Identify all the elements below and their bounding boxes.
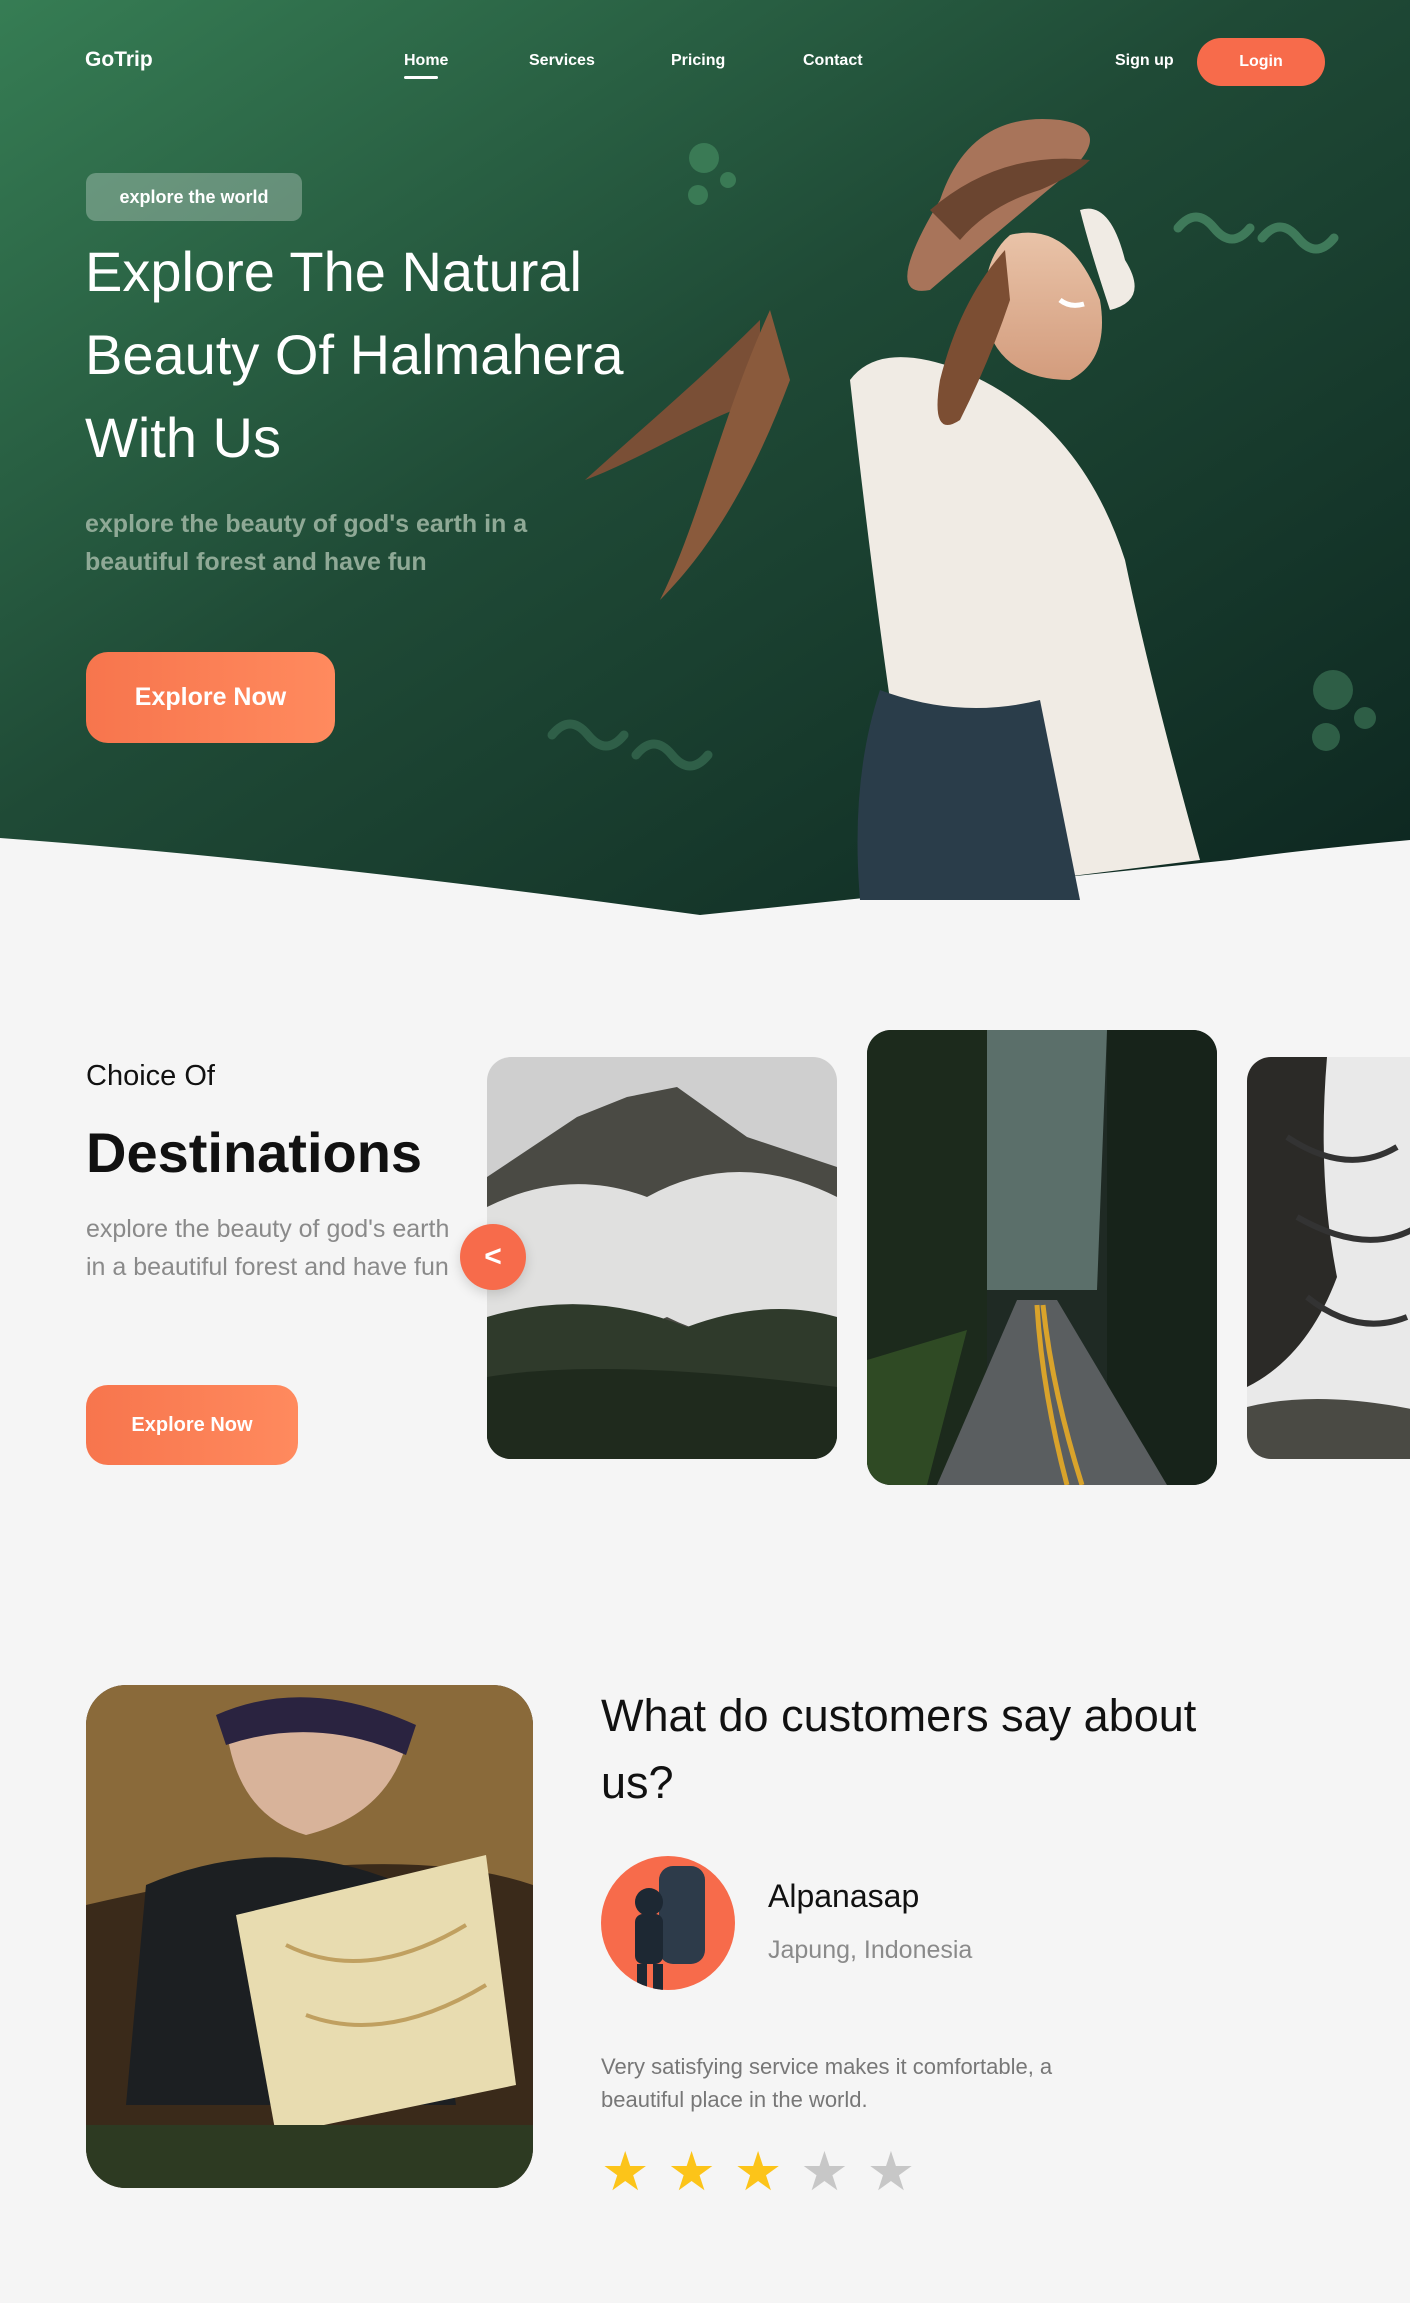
- hero-title: Explore The Natural Beauty Of Halmahera …: [85, 240, 624, 469]
- destination-card-forest-road[interactable]: [867, 1030, 1217, 1485]
- destinations-explore-button[interactable]: Explore Now: [86, 1385, 298, 1465]
- foggy-trees-photo: [1247, 1057, 1410, 1459]
- hero-section: GoTrip Home Services Pricing Contact Sig…: [0, 0, 1410, 920]
- star-icon: ★: [601, 2142, 650, 2202]
- review-text: Very satisfying service makes it comfort…: [601, 2054, 1053, 2112]
- destinations-title: Destinations: [86, 1121, 423, 1184]
- reviewer-name: Alpanasap: [768, 1878, 920, 1914]
- signup-link[interactable]: Sign up: [1115, 52, 1174, 70]
- hiker-reading-map-photo: [86, 1685, 533, 2188]
- testimonial-photo: [86, 1685, 533, 2188]
- destinations-description: explore the beauty of god's earth in a b…: [86, 1215, 450, 1281]
- rating-stars: ★ ★ ★ ★ ★: [601, 2145, 915, 2199]
- destination-card-mountain[interactable]: [487, 1057, 837, 1459]
- nav-active-indicator: [404, 76, 438, 79]
- forest-road-photo: [867, 1030, 1217, 1485]
- star-icon: ★: [733, 2142, 783, 2202]
- star-icon: ★: [667, 2142, 716, 2202]
- nav-link-home[interactable]: Home: [404, 52, 448, 70]
- chevron-left-icon: <: [484, 1240, 502, 1273]
- logo[interactable]: GoTrip: [85, 48, 153, 72]
- star-icon: ★: [800, 2142, 849, 2202]
- hero-explore-button[interactable]: Explore Now: [86, 652, 335, 743]
- reviewer-location: Japung, Indonesia: [768, 1936, 973, 1964]
- carousel-prev-button[interactable]: <: [460, 1224, 526, 1290]
- testimonial-title: What do customers say about us?: [601, 1690, 1197, 1808]
- backpacker-icon: [635, 1866, 705, 1990]
- nav-link-contact[interactable]: Contact: [803, 52, 863, 70]
- destinations-pretitle: Choice Of: [86, 1060, 215, 1092]
- login-button[interactable]: Login: [1197, 38, 1325, 86]
- nav-link-pricing[interactable]: Pricing: [671, 52, 725, 70]
- destination-card-foggy-trees[interactable]: [1247, 1057, 1410, 1459]
- misty-mountain-photo: [487, 1057, 837, 1459]
- nav-link-services[interactable]: Services: [529, 52, 595, 70]
- hero-badge: explore the world: [86, 173, 302, 221]
- avatar: [601, 1856, 735, 1990]
- star-icon: ★: [866, 2142, 916, 2202]
- hero-subtitle: explore the beauty of god's earth in a b…: [85, 510, 528, 576]
